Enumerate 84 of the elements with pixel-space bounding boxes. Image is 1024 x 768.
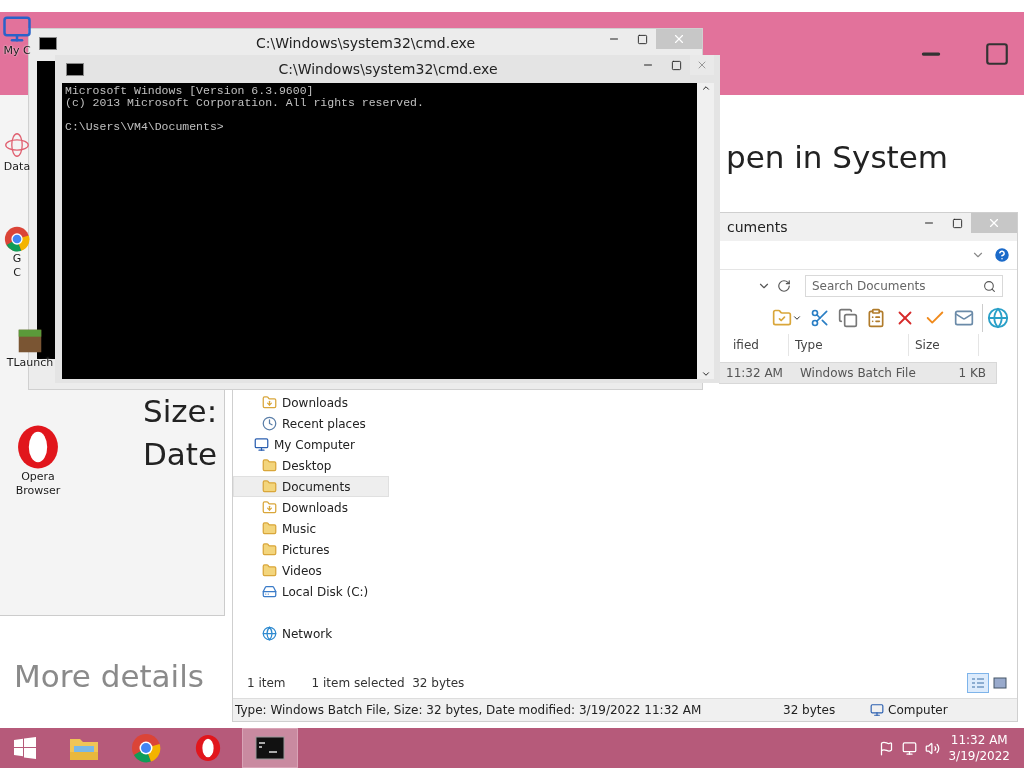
desktop-icon-label[interactable]: TLaunch [6, 356, 54, 370]
folder-check-icon [772, 308, 792, 328]
envelope-icon [954, 308, 974, 328]
status-details: Type: Windows Batch File, Size: 32 bytes, Date modified: 3/19/2022 11:32 AM [234, 703, 703, 717]
window-title: cuments [727, 219, 788, 235]
console-icon [255, 736, 285, 760]
heading: pen in System [726, 139, 948, 175]
nav-item[interactable]: Music [233, 518, 389, 539]
search-icon [983, 279, 996, 293]
folder-icon [262, 521, 277, 536]
nav-item[interactable]: Pictures [233, 539, 389, 560]
status-zone: Computer [888, 703, 948, 717]
nav-item[interactable]: Downloads [233, 497, 389, 518]
folder-icon [262, 563, 277, 578]
flag-icon[interactable] [879, 740, 895, 756]
refresh-icon[interactable] [777, 279, 791, 293]
search-field[interactable]: Search Documents [805, 275, 1003, 297]
copy-icon [838, 308, 858, 328]
console-icon [66, 62, 84, 76]
globe-icon [987, 307, 1009, 329]
close-icon [987, 216, 1001, 230]
item-count: 1 item [247, 676, 286, 690]
desktop-icon-label[interactable]: G C [12, 252, 22, 280]
atom-icon [4, 130, 30, 160]
details-list-icon [971, 677, 985, 689]
chrome-icon [131, 733, 161, 763]
folder-icon [262, 458, 277, 473]
status-size: 32 bytes [782, 703, 837, 717]
nav-item[interactable]: Documents [233, 476, 389, 497]
selection-info: 1 item selected 32 bytes [311, 676, 465, 690]
nav-item[interactable]: Recent places [233, 413, 389, 434]
folder-icon [262, 542, 277, 557]
table-cell-text: Windows Batch File [799, 365, 917, 382]
clipboard-icon [866, 308, 886, 328]
taskbar-app-button[interactable] [242, 728, 298, 768]
maximize-icon [951, 217, 963, 229]
recent-places-icon [262, 416, 277, 431]
speaker-muted-icon[interactable] [925, 740, 941, 756]
column-header[interactable]: Type [789, 334, 909, 356]
computer-icon [254, 437, 269, 452]
console-line: C:\Users\VM4\Documents> [65, 121, 225, 133]
maximize-icon [636, 33, 648, 45]
computer-icon [870, 703, 884, 717]
help-icon[interactable] [993, 246, 1011, 264]
scissors-icon [810, 308, 830, 328]
file-row[interactable]: 11:32 AM Windows Batch File 1 KB [719, 362, 997, 384]
nav-item[interactable]: My Computer [233, 434, 389, 455]
table-cell-text: 11:32 AM [725, 365, 784, 382]
nav-item[interactable]: Network [233, 623, 389, 644]
close-icon [696, 59, 708, 71]
scroll-up-icon[interactable] [700, 83, 711, 93]
desktop-icon-label[interactable]: Opera Browser [15, 470, 61, 498]
preview-pane-icon [993, 677, 1007, 689]
computer-icon [2, 14, 32, 44]
console-line: (c) 2013 Microsoft Corporation. All rights reserved. [65, 97, 425, 109]
network-icon [262, 626, 277, 641]
maximize-icon [670, 59, 682, 71]
opera-icon [194, 734, 222, 762]
window-title: C:\Windows\system32\cmd.exe [278, 61, 498, 77]
nav-item[interactable]: Videos [233, 560, 389, 581]
downloads-folder-icon [262, 395, 277, 410]
windows-logo-icon [13, 736, 37, 760]
scroll-bar[interactable] [697, 83, 714, 379]
maximize-icon[interactable] [984, 40, 1010, 67]
clock[interactable]: 11:32 AM 3/19/2022 [948, 732, 1010, 764]
network-icon[interactable] [902, 740, 918, 756]
console-icon [39, 36, 57, 50]
detail-label: Date [143, 436, 218, 472]
close-icon [672, 32, 686, 46]
window-title: C:\Windows\system32\cmd.exe [255, 35, 476, 51]
nav-item[interactable]: Local Disk (C:) [233, 581, 389, 602]
detail-label: Size: [143, 393, 218, 429]
desktop-icon-label[interactable]: Data [3, 160, 31, 174]
downloads-folder-icon [262, 500, 277, 515]
column-header[interactable]: Size [909, 334, 979, 356]
console-line: Microsoft Windows [Version 6.3.9600] [65, 85, 315, 97]
caret-icon [792, 313, 802, 323]
table-cell-text: 1 KB [957, 365, 987, 382]
scroll-down-icon[interactable] [700, 369, 711, 379]
chrome-icon [4, 226, 30, 252]
opera-icon [15, 424, 61, 470]
nav-item[interactable]: Desktop [233, 455, 389, 476]
folder-icon [262, 479, 277, 494]
nav-item[interactable]: Downloads [233, 392, 389, 413]
